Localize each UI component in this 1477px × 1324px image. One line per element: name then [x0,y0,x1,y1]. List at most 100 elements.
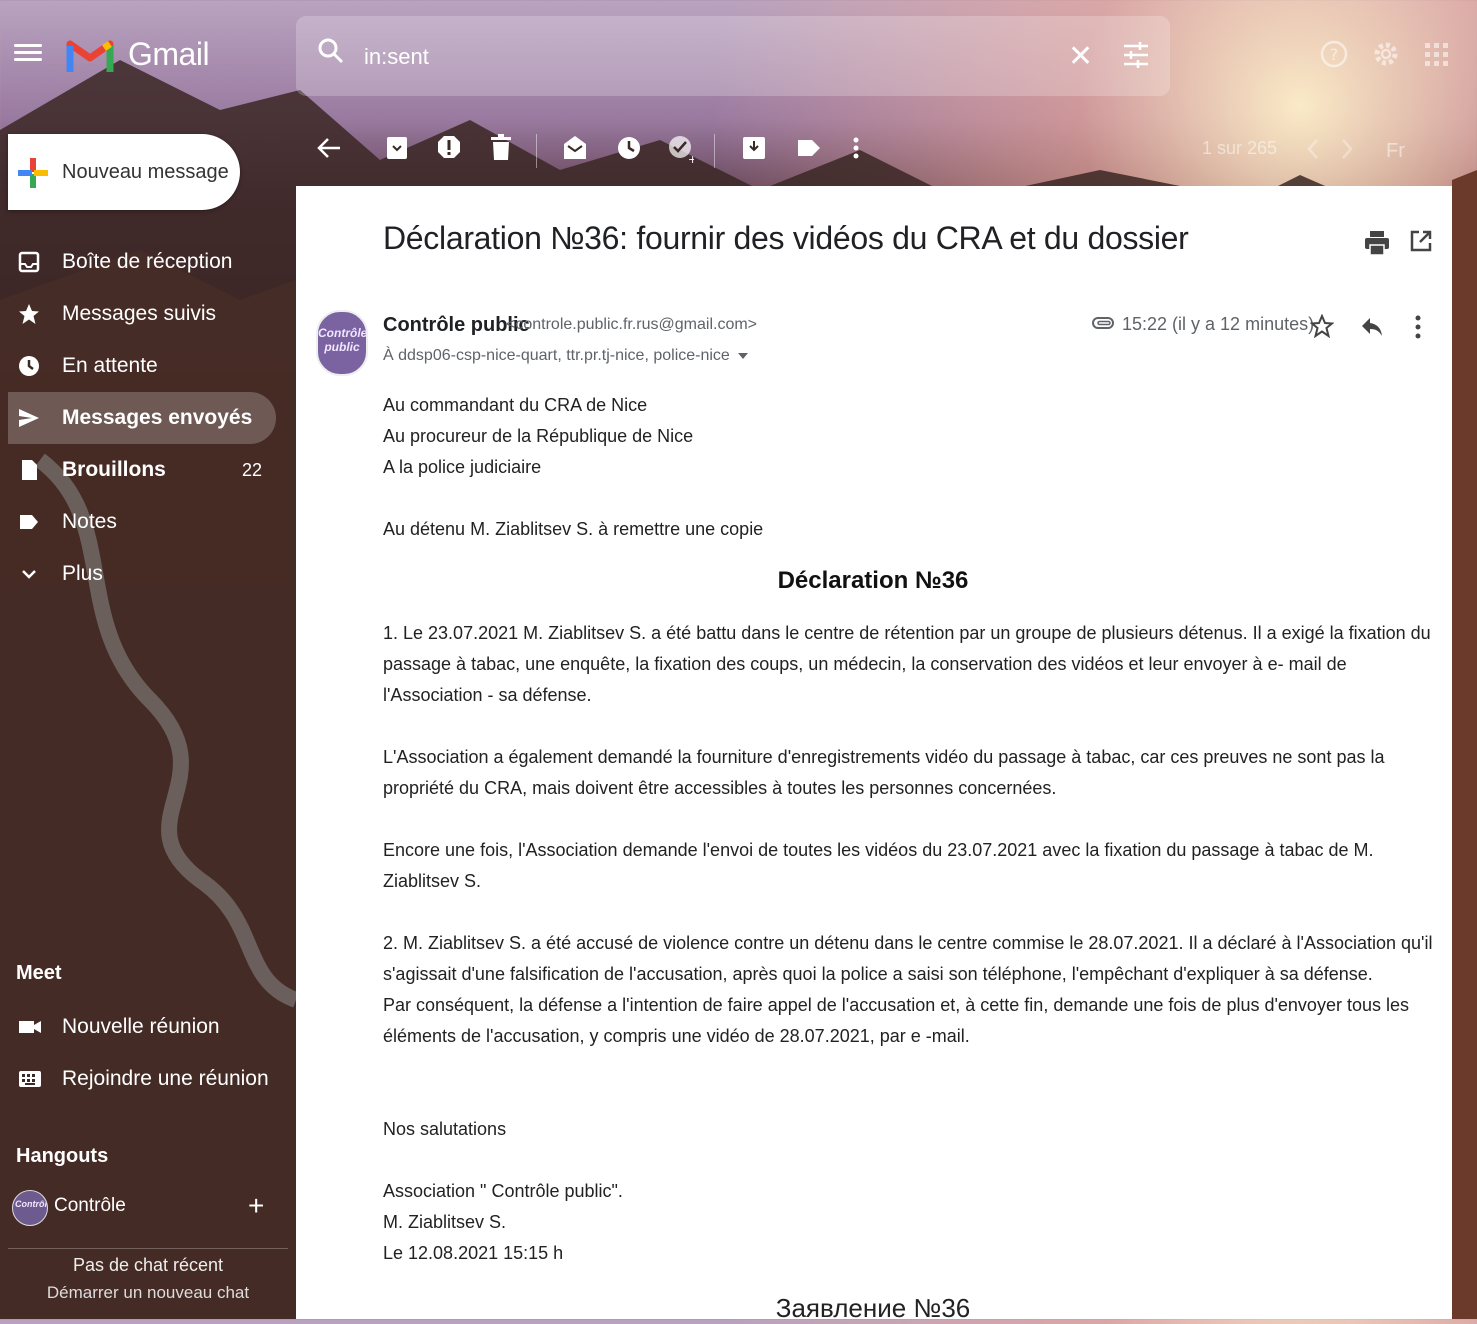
sidebar-item-starred[interactable]: Messages suivis [8,288,276,340]
compose-button[interactable]: Nouveau message [8,134,240,210]
message-subject: Déclaration №36: fournir des vidéos du C… [383,220,1189,256]
declaration-title: Déclaration №36 [777,567,969,594]
gmail-logo-icon [66,40,114,72]
back-arrow-icon[interactable] [316,134,342,162]
sidebar-item-label: Notes [62,510,117,533]
sidebar-item-inbox[interactable]: Boîte de réception [8,236,276,288]
message-body: Au commandant du CRA de Nice Au procureu… [383,390,1443,1324]
paragraph-4b: Par conséquent, la défense a l'intention… [383,995,1409,1046]
chevron-down-icon [22,570,36,579]
help-icon[interactable]: ? [1320,40,1348,68]
copy-line: Au détenu M. Ziablitsev S. à remettre un… [383,519,764,539]
toolbar-divider [536,134,537,168]
message-time: 15:22 (il y a 12 minutes) [1122,314,1315,334]
search-options-icon[interactable] [1122,40,1150,70]
search-icon[interactable] [316,36,346,66]
sidebar-item-label: Plus [62,562,103,585]
settings-gear-icon[interactable] [1372,40,1400,68]
archive-icon[interactable] [386,134,408,162]
label-icon [20,515,38,529]
report-spam-icon[interactable] [436,134,462,162]
sidebar-item-snoozed[interactable]: En attente [8,340,276,392]
top-bar: Gmail ✕ ? [0,10,1477,100]
paragraph-4a: 2. M. Ziablitsev S. a été accusé de viol… [383,933,1433,984]
signature-line: Association " Contrôle public". [383,1181,623,1201]
star-icon[interactable] [1310,314,1334,338]
sidebar-item-label: En attente [62,354,158,377]
keyboard-icon [19,1071,41,1087]
sidebar-item-notes[interactable]: Notes [8,496,276,548]
pager-count: 1 sur 265 [1202,138,1278,158]
search-input[interactable] [362,38,1026,76]
main-menu-icon[interactable] [14,40,42,64]
paragraph-3: Encore une fois, l'Association demande l… [383,840,1374,891]
draft-icon [22,460,37,480]
compose-label: Nouveau message [62,161,229,183]
recipients-text: À ddsp06-csp-nice-quart, ttr.pr.tj-nice,… [383,347,730,364]
recipient-line: A la police judiciaire [383,457,542,477]
new-meeting-label: Nouvelle réunion [62,1015,220,1038]
more-options-icon[interactable] [1414,314,1422,340]
sidebar-item-drafts[interactable]: Brouillons 22 [8,444,276,496]
sender-avatar[interactable]: Contrôle public [316,310,368,376]
clock-icon [19,356,39,376]
add-to-tasks-icon[interactable]: + [668,134,694,164]
message-toolbar: + 1 sur 265 Fr [296,122,1456,178]
sidebar-item-sent[interactable]: Messages envoyés [8,392,276,444]
recipients-line[interactable]: À ddsp06-csp-nice-quart, ttr.pr.tj-nice,… [383,347,748,365]
sidebar-item-label: Boîte de réception [62,250,233,273]
avatar-text: Contrôle public [318,326,368,354]
attachment-clip-icon [1092,317,1114,329]
hangouts-user-name: Contrôle [54,1195,126,1216]
recipient-line: Au commandant du CRA de Nice [383,395,648,415]
recipients-details-caret-icon[interactable] [737,352,748,359]
hangouts-user[interactable]: Contrôle Contrôle + [8,1186,288,1226]
search-bar[interactable]: ✕ [296,16,1170,96]
avatar: Contrôle [12,1190,48,1226]
paragraph-1: 1. Le 23.07.2021 M. Ziablitsev S. a été … [383,623,1431,705]
labels-icon[interactable] [796,134,822,162]
open-new-window-icon[interactable] [1410,230,1432,252]
apps-grid-icon[interactable] [1424,42,1450,68]
new-meeting-button[interactable]: Nouvelle réunion [8,1002,276,1052]
sidebar-item-more[interactable]: Plus [8,548,276,600]
video-icon [19,1021,41,1033]
add-chat-icon[interactable]: + [248,1190,264,1222]
sidebar-item-label: Brouillons [62,458,166,481]
sidebar-nav: Boîte de réception Messages suivis En at… [8,236,296,600]
greeting: Nos salutations [383,1119,507,1139]
newer-chevron-icon[interactable] [1306,138,1320,160]
start-new-chat-link[interactable]: Démarrer un nouveau chat [8,1283,288,1303]
signature-line: M. Ziablitsev S. [383,1212,507,1232]
reply-icon[interactable] [1360,316,1384,338]
svg-text:?: ? [1330,45,1339,64]
more-actions-icon[interactable] [852,134,860,162]
mark-unread-icon[interactable] [562,134,588,162]
clear-search-icon[interactable]: ✕ [1068,42,1093,72]
message-pane: Déclaration №36: fournir des vidéos du C… [296,186,1452,1323]
sender-email: <controle.public.fr.rus@gmail.com> [506,316,758,333]
print-icon[interactable] [1364,230,1390,256]
sidebar-item-label: Messages envoyés [62,406,253,429]
meet-title: Meet [16,962,62,984]
star-icon [19,304,39,324]
hangouts-title: Hangouts [16,1145,109,1167]
no-recent-chat: Pas de chat récent [8,1248,288,1276]
snooze-icon[interactable] [616,134,642,162]
input-language[interactable]: Fr [1386,140,1405,163]
join-meeting-button[interactable]: Rejoindre une réunion [8,1054,276,1104]
send-icon [19,409,39,427]
move-to-icon[interactable] [742,134,766,162]
toolbar-divider [714,134,715,168]
join-meeting-label: Rejoindre une réunion [62,1067,269,1090]
signature-line: Le 12.08.2021 15:15 h [383,1243,564,1263]
sidebar-item-label: Messages suivis [62,302,217,325]
svg-text:+: + [688,153,694,164]
app-name: Gmail [128,36,210,72]
drafts-count: 22 [241,460,262,480]
older-chevron-icon[interactable] [1340,138,1354,160]
russian-title: Заявление №36 [775,1293,971,1323]
recipient-line: Au procureur de la République de Nice [383,426,694,446]
delete-icon[interactable] [490,134,512,162]
inbox-icon [18,251,40,273]
